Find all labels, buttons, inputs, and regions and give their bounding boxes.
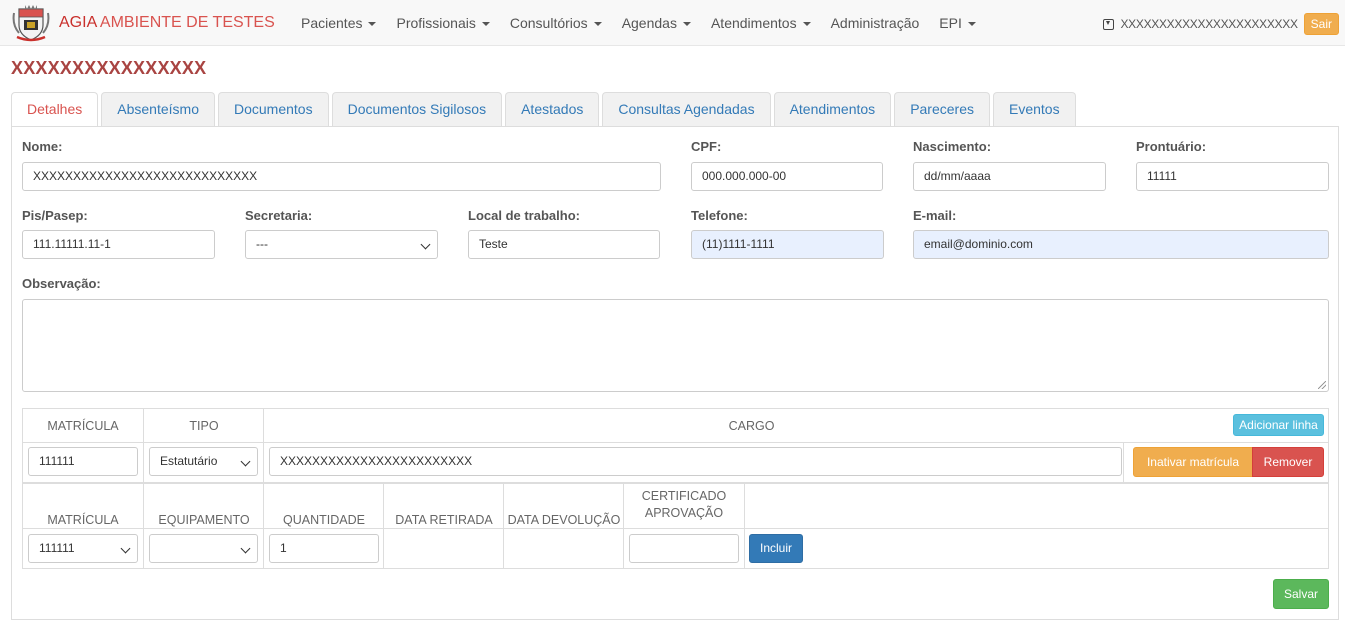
cpf-input[interactable]: 000.000.000-00 [691, 162, 883, 191]
remove-button[interactable]: Remover [1252, 447, 1324, 477]
menu-profissionais[interactable]: Profissionais [386, 0, 499, 46]
caret-down-icon [802, 22, 811, 27]
secretaria-select[interactable]: --- [245, 230, 438, 259]
quantidade-input[interactable]: 1 [269, 534, 379, 563]
menu-label: Pacientes [301, 15, 363, 31]
matricula-table: MATRÍCULA TIPO CARGO Adicionar linha 111… [22, 408, 1329, 483]
tipo-select[interactable]: Estatutário [149, 447, 258, 476]
logout-button[interactable]: Sair [1303, 13, 1339, 35]
local-trabalho-input[interactable]: Teste [468, 230, 660, 259]
secretaria-selected-value: --- [256, 237, 268, 251]
tab-consultas-agendadas[interactable]: Consultas Agendadas [602, 92, 771, 127]
email-label: E-mail: [913, 208, 957, 223]
cpf-label: CPF: [691, 139, 722, 154]
include-button[interactable]: Incluir [749, 534, 803, 563]
tab-pareceres[interactable]: Pareceres [894, 92, 990, 127]
environment-name: AMBIENTE DE TESTES [99, 14, 275, 31]
certificado-input[interactable] [629, 534, 739, 563]
menu-label: Consultórios [509, 15, 588, 31]
menu-consultorios[interactable]: Consultórios [500, 0, 612, 46]
menu-agendas[interactable]: Agendas [612, 0, 701, 46]
tab-bar: Detalhes Absenteísmo Documentos Document… [11, 92, 1079, 128]
save-button[interactable]: Salvar [1273, 579, 1329, 609]
tab-absenteismo[interactable]: Absenteísmo [101, 92, 215, 127]
cargo-input[interactable]: XXXXXXXXXXXXXXXXXXXXXXXX [269, 447, 1122, 476]
nome-input[interactable]: XXXXXXXXXXXXXXXXXXXXXXXXXXXX [22, 162, 661, 191]
matricula-input[interactable]: 111111 [28, 447, 138, 476]
user-area: XXXXXXXXXXXXXXXXXXXXXXX Sair [1103, 13, 1339, 35]
menu-label: Agendas [621, 15, 677, 31]
secretaria-label: Secretaria: [245, 208, 313, 223]
top-navbar: AGIA AMBIENTE DE TESTES Pacientes Profis… [0, 0, 1345, 46]
telefone-label: Telefone: [691, 208, 748, 223]
menu-label: Profissionais [396, 15, 476, 31]
observacao-textarea[interactable] [22, 299, 1329, 392]
prontuario-label: Prontuário: [1136, 139, 1207, 154]
tab-atestados[interactable]: Atestados [505, 92, 600, 127]
resize-handle-icon[interactable] [1318, 381, 1326, 389]
caret-down-icon [593, 22, 602, 27]
pis-input[interactable]: 111.11111.11-1 [22, 230, 215, 259]
tab-atendimentos[interactable]: Atendimentos [773, 92, 892, 127]
menu-pacientes[interactable]: Pacientes [291, 0, 386, 46]
tab-documentos[interactable]: Documentos [217, 92, 329, 127]
menu-administracao[interactable]: Administração [821, 0, 930, 46]
brand[interactable]: AGIA AMBIENTE DE TESTES [11, 3, 275, 43]
nascimento-label: Nascimento: [913, 139, 992, 154]
user-name[interactable]: XXXXXXXXXXXXXXXXXXXXXXX [1120, 17, 1298, 31]
header-data-devolucao: DATA DEVOLUÇÃO [507, 512, 621, 527]
main-menu: Pacientes Profissionais Consultórios Age… [291, 0, 986, 46]
coat-of-arms-logo [12, 5, 50, 42]
menu-label: EPI [939, 15, 962, 31]
tipo-selected-value: Estatutário [160, 454, 218, 468]
caret-down-icon [368, 22, 377, 27]
user-dropdown-icon[interactable] [1103, 18, 1115, 30]
epi-table: MATRÍCULA EQUIPAMENTO QUANTIDADE DATA RE… [22, 483, 1329, 569]
menu-epi[interactable]: EPI [929, 0, 986, 46]
nascimento-input[interactable]: dd/mm/aaaa [913, 162, 1106, 191]
epi-matricula-select[interactable]: 111111 [28, 534, 138, 563]
header-tipo: TIPO [189, 418, 219, 433]
menu-label: Atendimentos [710, 15, 797, 31]
telefone-input[interactable]: (11)1111-1111 [691, 230, 884, 259]
header-cargo: CARGO [728, 418, 775, 433]
nome-label: Nome: [22, 139, 63, 154]
header-certificado: CERTIFICADO [641, 488, 727, 503]
local-trabalho-label: Local de trabalho: [468, 208, 580, 223]
tab-detalhes[interactable]: Detalhes [11, 92, 99, 128]
observacao-label: Observação: [22, 276, 101, 291]
caret-down-icon [481, 22, 490, 27]
caret-down-icon [967, 22, 976, 27]
tab-documentos-sigilosos[interactable]: Documentos Sigilosos [331, 92, 503, 127]
chevron-down-icon [240, 543, 251, 554]
page-title: XXXXXXXXXXXXXXXX [11, 58, 207, 78]
chevron-down-icon [420, 239, 431, 250]
header-matricula: MATRÍCULA [47, 418, 119, 433]
brand-name: AGIA [59, 14, 97, 31]
caret-down-icon [682, 22, 691, 27]
menu-atendimentos[interactable]: Atendimentos [701, 0, 821, 46]
details-panel: Nome: XXXXXXXXXXXXXXXXXXXXXXXXXXXX CPF: … [11, 126, 1339, 620]
header-aprovacao: APROVAÇÃO [644, 505, 724, 520]
menu-label: Administração [830, 15, 920, 31]
tab-eventos[interactable]: Eventos [993, 92, 1076, 127]
email-input[interactable]: email@dominio.com [913, 230, 1329, 259]
header-data-retirada: DATA RETIRADA [395, 512, 493, 527]
chevron-down-icon [240, 456, 251, 467]
add-line-button[interactable]: Adicionar linha [1233, 414, 1324, 436]
prontuario-input[interactable]: 11111 [1136, 162, 1329, 191]
epi-matricula-selected-value: 111111 [39, 541, 75, 555]
inactivate-matricula-button[interactable]: Inativar matrícula [1133, 447, 1253, 477]
equipamento-select[interactable] [149, 534, 258, 563]
chevron-down-icon [120, 543, 131, 554]
pis-label: Pis/Pasep: [22, 208, 88, 223]
